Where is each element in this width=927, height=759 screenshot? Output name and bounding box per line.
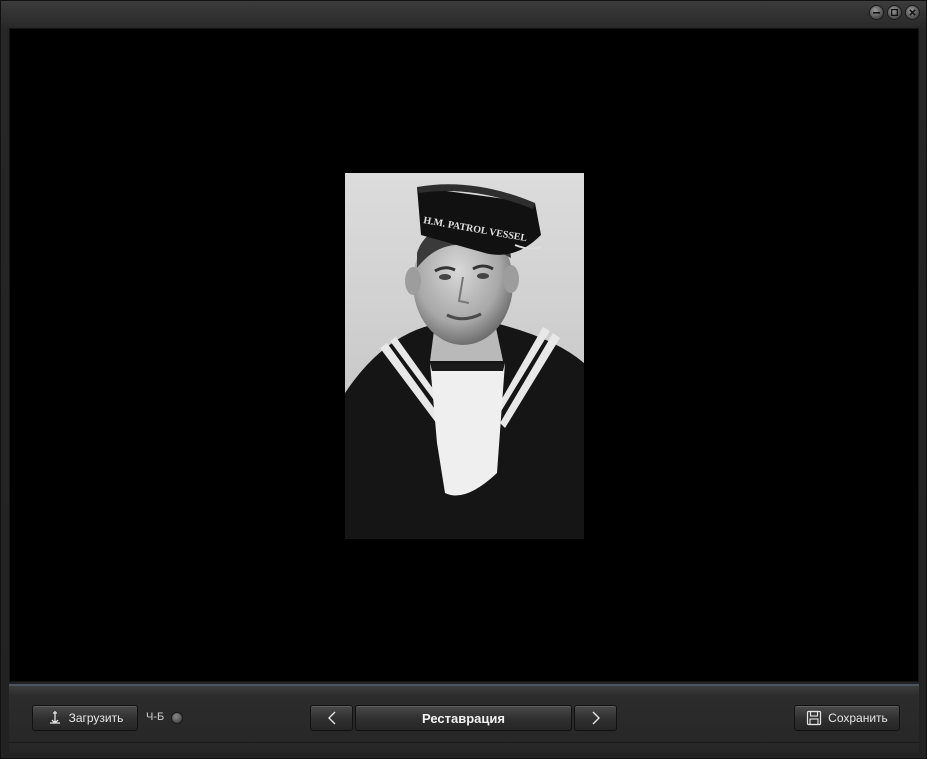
load-button[interactable]: Загрузить: [32, 705, 138, 731]
mode-label: Реставрация: [422, 710, 505, 726]
maximize-button[interactable]: [887, 5, 902, 20]
mode-button[interactable]: Реставрация: [355, 705, 572, 731]
floppy-disk-icon: [806, 710, 822, 726]
minimize-icon: [873, 12, 880, 14]
window-controls: [869, 5, 920, 20]
maximize-icon: [891, 9, 898, 16]
close-icon: [909, 9, 916, 16]
sailor-photo: H.M. PATROL VESSEL: [345, 173, 584, 539]
anchor-icon: [47, 710, 63, 726]
chevron-left-icon: [326, 711, 338, 725]
chevron-right-icon: [590, 711, 602, 725]
load-label: Загрузить: [68, 711, 124, 725]
app-window: H.M. PATROL VESSEL Загрузить Ч-Б Реставр…: [0, 0, 927, 759]
save-label: Сохранить: [828, 711, 888, 725]
close-button[interactable]: [905, 5, 920, 20]
save-button[interactable]: Сохранить: [794, 705, 900, 731]
title-bar[interactable]: [1, 1, 926, 27]
bw-label: Ч-Б: [146, 711, 165, 723]
bottom-toolbar: Загрузить Ч-Б Реставрация Сохранить: [9, 684, 919, 753]
bw-toggle[interactable]: [171, 712, 183, 724]
next-button[interactable]: [574, 705, 617, 731]
previous-button[interactable]: [310, 705, 353, 731]
minimize-button[interactable]: [869, 5, 884, 20]
photo-image: H.M. PATROL VESSEL: [345, 173, 584, 539]
image-viewport[interactable]: H.M. PATROL VESSEL: [9, 28, 919, 682]
